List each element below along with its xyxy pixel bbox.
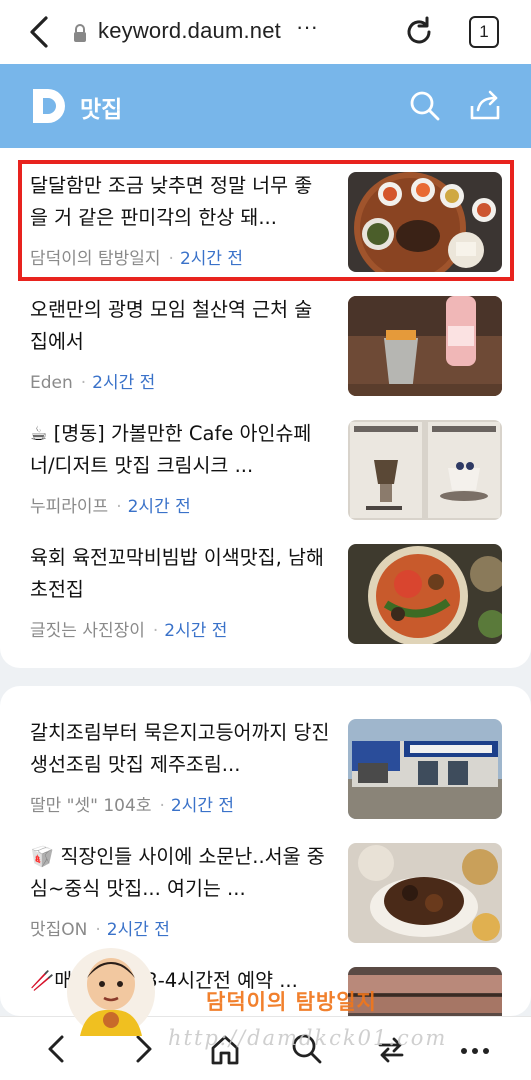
blog-url-watermark: http://damdkck01.com	[168, 1026, 448, 1050]
tabs-icon[interactable]: 1	[469, 16, 499, 48]
article-meta: 맛집ON · 2시간 전	[30, 920, 170, 940]
page-title: 맛집	[80, 97, 123, 123]
article-source: Eden	[30, 373, 73, 393]
article-meta: 담덕이의 탐방일지 · 2시간 전	[30, 249, 244, 269]
article-time: 2시간 전	[179, 249, 244, 269]
article-time: 2시간 전	[106, 920, 170, 940]
blog-name-watermark: 담덕이의 탐방일지	[206, 990, 377, 1014]
article-headline[interactable]: 육회 육전꼬막비빔밥 이색맛집, 남해 초전집	[30, 542, 330, 606]
article-item[interactable]: 달달함만 조금 낮추면 정말 너무 좋을 거 같은 판미각의 한상 돼... 담…	[0, 170, 531, 294]
article-time: 2시간 전	[164, 621, 228, 641]
lock-icon	[74, 24, 86, 42]
article-thumbnail[interactable]	[348, 172, 502, 272]
article-meta: 딸만 "셋" 104호 · 2시간 전	[30, 796, 235, 816]
article-source: 딸만 "셋" 104호	[30, 796, 152, 816]
article-time: 2시간 전	[127, 497, 191, 517]
article-meta: 글짓는 사진장이 · 2시간 전	[30, 621, 228, 641]
article-source: 맛집ON	[30, 920, 88, 940]
article-time: 2시간 전	[92, 373, 156, 393]
search-icon[interactable]	[408, 88, 442, 124]
article-meta: 누피라이프 · 2시간 전	[30, 497, 191, 517]
article-headline[interactable]: 갈치조림부터 묵은지고등어까지 당진 생선조림 맛집 제주조림...	[30, 717, 330, 781]
daum-header: 맛집	[0, 64, 531, 148]
article-source: 담덕이의 탐방일지	[30, 249, 161, 269]
url-more: ···	[296, 14, 318, 39]
share-icon[interactable]	[468, 88, 502, 124]
daum-logo-icon[interactable]	[30, 86, 70, 126]
back-icon[interactable]	[24, 14, 54, 50]
article-item[interactable]: 육회 육전꼬막비빔밥 이색맛집, 남해 초전집 글짓는 사진장이 · 2시간 전	[0, 542, 531, 666]
article-meta: Eden · 2시간 전	[30, 373, 156, 393]
article-thumbnail[interactable]	[348, 544, 502, 644]
article-headline[interactable]: ☕ [명동] 가볼만한 Cafe 아인슈페너/디저트 맛집 크림시크 ...	[30, 418, 330, 482]
article-thumbnail[interactable]	[348, 420, 502, 520]
article-item[interactable]: 갈치조림부터 묵은지고등어까지 당진 생선조림 맛집 제주조림... 딸만 "셋…	[0, 717, 531, 841]
article-source: 누피라이프	[30, 497, 109, 517]
more-icon[interactable]	[458, 1031, 492, 1067]
article-thumbnail[interactable]	[348, 843, 502, 943]
address-url[interactable]: keyword.daum.net	[98, 18, 281, 44]
article-headline[interactable]: 오랜만의 광명 모임 철산역 근처 술집에서	[30, 294, 330, 358]
article-headline[interactable]: 🥡 직장인들 사이에 소문난..서울 중심~중식 맛집... 여기는 ...	[30, 841, 330, 905]
article-thumbnail[interactable]	[348, 719, 502, 819]
article-item[interactable]: 오랜만의 광명 모임 철산역 근처 술집에서 Eden · 2시간 전	[0, 294, 531, 418]
article-item[interactable]: ☕ [명동] 가볼만한 Cafe 아인슈페너/디저트 맛집 크림시크 ... 누…	[0, 418, 531, 542]
article-time: 2시간 전	[170, 796, 235, 816]
article-source: 글짓는 사진장이	[30, 621, 145, 641]
blog-avatar-watermark	[67, 948, 155, 1036]
browser-toolbar: keyword.daum.net ··· 1	[0, 0, 531, 64]
reload-icon[interactable]	[402, 14, 436, 50]
article-thumbnail[interactable]	[348, 296, 502, 396]
article-headline[interactable]: 달달함만 조금 낮추면 정말 너무 좋을 거 같은 판미각의 한상 돼...	[30, 170, 330, 234]
